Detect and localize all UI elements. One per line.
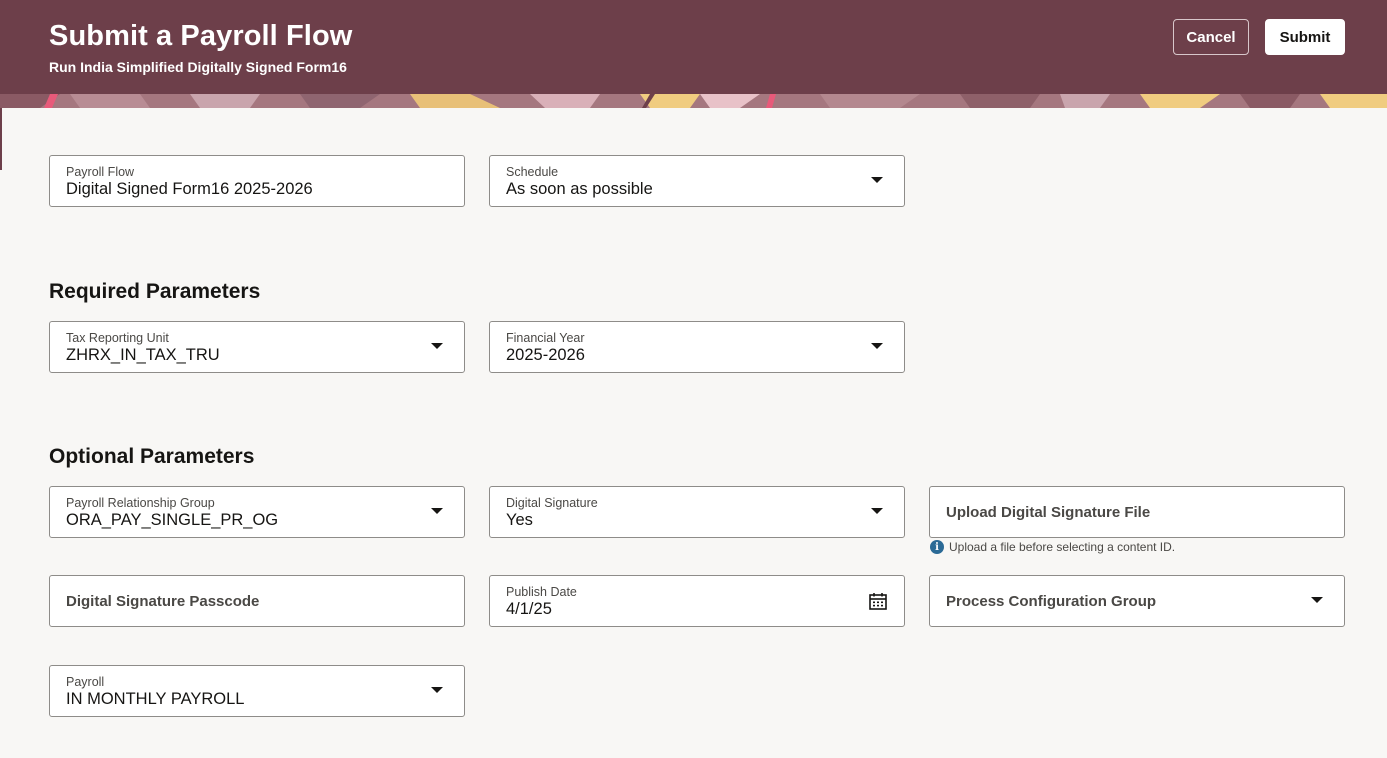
payroll-relationship-group-label: Payroll Relationship Group	[66, 496, 215, 510]
page-subtitle: Run India Simplified Digitally Signed Fo…	[49, 59, 347, 75]
payroll-flow-value: Digital Signed Form16 2025-2026	[66, 180, 313, 198]
required-parameters-heading: Required Parameters	[49, 280, 261, 303]
payroll-relationship-group-select[interactable]: Payroll Relationship Group ORA_PAY_SINGL…	[49, 486, 465, 538]
process-configuration-group-placeholder: Process Configuration Group	[946, 593, 1157, 610]
chevron-down-icon[interactable]	[1311, 597, 1323, 603]
digital-signature-label: Digital Signature	[506, 496, 598, 510]
chevron-down-icon[interactable]	[431, 343, 443, 349]
chevron-down-icon[interactable]	[431, 508, 443, 514]
info-icon: i	[930, 540, 944, 554]
process-configuration-group-select[interactable]: Process Configuration Group	[929, 575, 1345, 627]
left-edge-accent	[0, 108, 2, 170]
payroll-relationship-group-value: ORA_PAY_SINGLE_PR_OG	[66, 511, 279, 529]
schedule-value: As soon as possible	[506, 180, 653, 198]
upload-digital-signature-file-field[interactable]: Upload Digital Signature File	[929, 486, 1345, 538]
upload-hint: i Upload a file before selecting a conte…	[930, 540, 1175, 554]
digital-signature-passcode-input[interactable]: Digital Signature Passcode	[49, 575, 465, 627]
page-title: Submit a Payroll Flow	[49, 20, 353, 52]
schedule-select[interactable]: Schedule As soon as possible	[489, 155, 905, 207]
tax-reporting-unit-select[interactable]: Tax Reporting Unit ZHRX_IN_TAX_TRU	[49, 321, 465, 373]
decorative-banner	[0, 94, 1387, 108]
payroll-flow-field[interactable]: Payroll Flow Digital Signed Form16 2025-…	[49, 155, 465, 207]
payroll-label: Payroll	[66, 675, 105, 689]
publish-date-value: 4/1/25	[506, 600, 552, 618]
chevron-down-icon[interactable]	[871, 508, 883, 514]
payroll-select[interactable]: Payroll IN MONTHLY PAYROLL	[49, 665, 465, 717]
chevron-down-icon[interactable]	[871, 177, 883, 183]
upload-hint-text: Upload a file before selecting a content…	[949, 540, 1176, 554]
financial-year-select[interactable]: Financial Year 2025-2026	[489, 321, 905, 373]
cancel-button[interactable]: Cancel	[1173, 19, 1249, 55]
digital-signature-value: Yes	[506, 511, 533, 529]
financial-year-label: Financial Year	[506, 331, 585, 345]
payroll-value: IN MONTHLY PAYROLL	[66, 690, 245, 708]
financial-year-value: 2025-2026	[506, 346, 585, 364]
publish-date-label: Publish Date	[506, 585, 577, 599]
payroll-flow-label: Payroll Flow	[66, 165, 135, 179]
chevron-down-icon[interactable]	[431, 687, 443, 693]
digital-signature-select[interactable]: Digital Signature Yes	[489, 486, 905, 538]
tax-reporting-unit-label: Tax Reporting Unit	[66, 331, 169, 345]
schedule-label: Schedule	[506, 165, 559, 179]
publish-date-input[interactable]: Publish Date 4/1/25	[489, 575, 905, 627]
page-header: Submit a Payroll Flow Run India Simplifi…	[0, 0, 1387, 96]
digital-signature-passcode-placeholder: Digital Signature Passcode	[66, 593, 260, 610]
optional-parameters-heading: Optional Parameters	[49, 445, 255, 468]
upload-digital-signature-file-placeholder: Upload Digital Signature File	[946, 504, 1151, 521]
chevron-down-icon[interactable]	[871, 343, 883, 349]
calendar-icon[interactable]	[868, 591, 888, 611]
banner-pattern	[0, 94, 1387, 108]
submit-button[interactable]: Submit	[1265, 19, 1345, 55]
tax-reporting-unit-value: ZHRX_IN_TAX_TRU	[66, 346, 220, 364]
